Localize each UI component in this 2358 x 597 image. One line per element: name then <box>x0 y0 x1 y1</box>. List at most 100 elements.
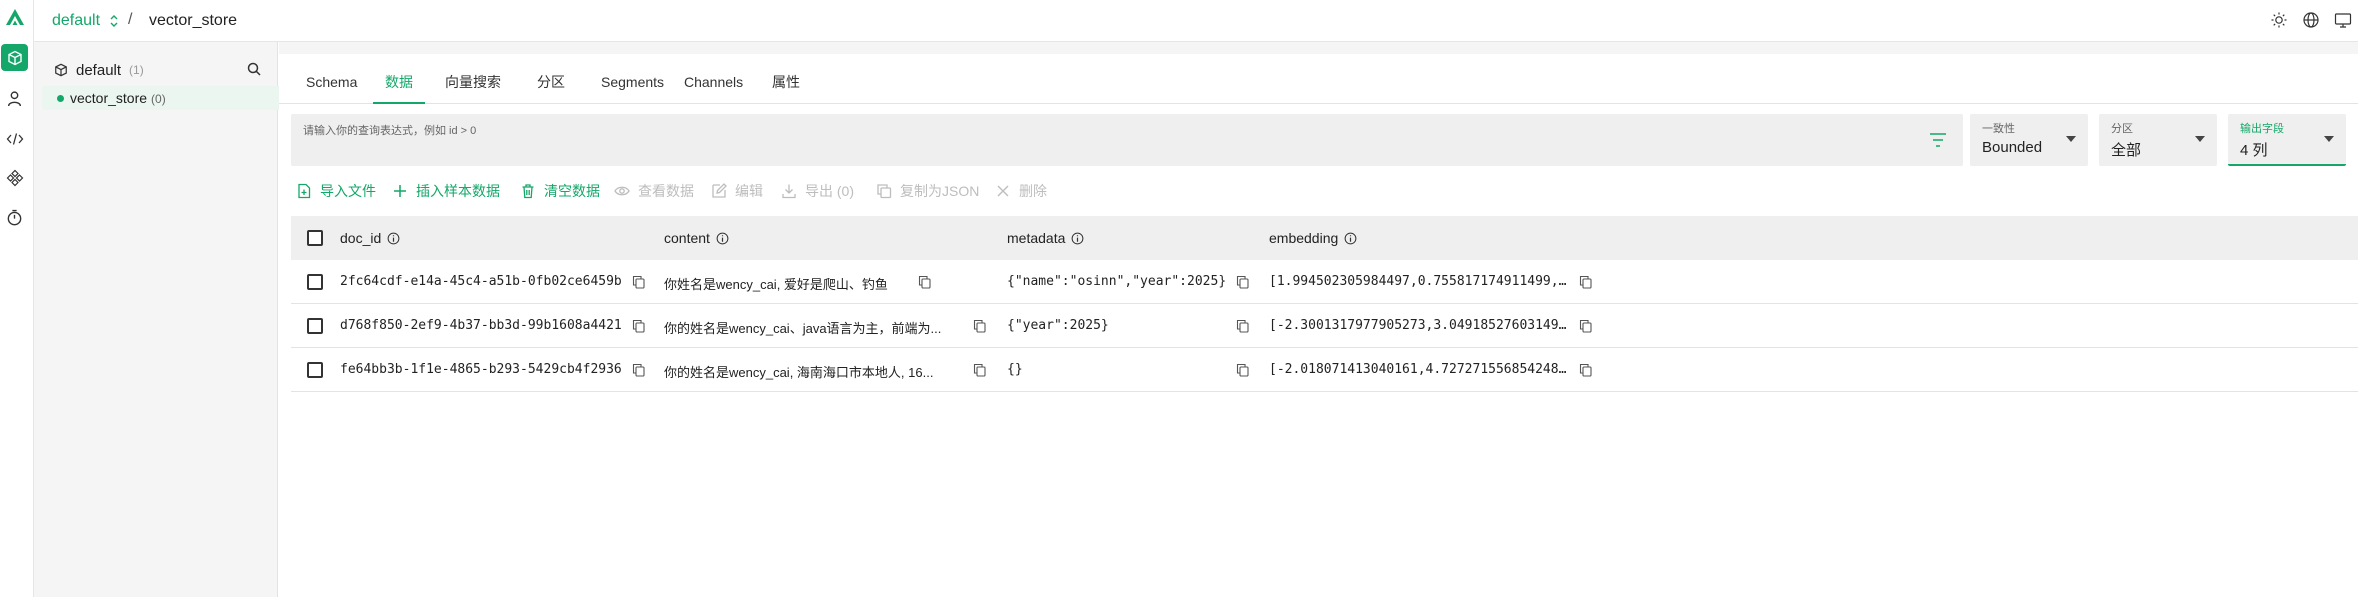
language-globe-icon[interactable] <box>2302 11 2320 29</box>
file-import-icon <box>298 183 311 199</box>
edit-label: 编辑 <box>735 183 763 199</box>
copy-icon[interactable] <box>1236 363 1249 377</box>
copy-icon[interactable] <box>973 363 986 377</box>
copy-icon[interactable] <box>1579 319 1592 333</box>
column-header-metadata[interactable]: metadata <box>1007 230 1084 246</box>
output-fields-select[interactable]: 输出字段 4 列 <box>2228 114 2346 166</box>
column-header-label: embedding <box>1269 230 1339 246</box>
breadcrumb-collection: vector_store <box>149 12 238 29</box>
copy-icon[interactable] <box>632 275 645 289</box>
cell-embedding: [-2.3001317977905273,3.04918527603149... <box>1269 318 1571 333</box>
export-label: 导出 (0) <box>805 183 854 199</box>
top-header: default / vector_store <box>34 0 2358 42</box>
download-icon <box>782 184 796 199</box>
breadcrumb-separator: / <box>128 11 133 28</box>
table-header: doc_id content metadata embedding <box>291 216 2358 260</box>
info-icon[interactable] <box>1071 232 1084 245</box>
tab-channels[interactable]: Channels <box>672 54 755 104</box>
copy-icon <box>877 184 892 199</box>
milvus-logo-icon[interactable] <box>3 6 27 30</box>
import-file-button[interactable]: 导入文件 <box>296 178 376 204</box>
tab-segments[interactable]: Segments <box>589 54 676 104</box>
timer-icon <box>7 209 22 226</box>
info-icon[interactable] <box>1344 232 1357 245</box>
partition-select[interactable]: 分区 全部 <box>2099 114 2217 166</box>
column-header-embedding[interactable]: embedding <box>1269 230 1357 246</box>
plus-icon <box>394 185 406 197</box>
delete-button[interactable]: 删除 <box>995 178 1047 204</box>
insert-sample-button[interactable]: 插入样本数据 <box>392 178 500 204</box>
dropdown-arrow-icon <box>2324 136 2334 142</box>
cell-content: 你的姓名是wency_cai、java语言为主，前端为... <box>664 321 942 336</box>
tab-vector-search[interactable]: 向量搜索 <box>433 54 513 104</box>
table-row[interactable]: 2fc64cdf-e14a-45c4-a51b-0fb02ce6459b 你姓名… <box>291 260 2358 304</box>
monitor-icon[interactable] <box>2334 11 2352 29</box>
dropdown-arrow-icon <box>2066 136 2076 142</box>
database-cube-icon <box>55 63 67 77</box>
view-data-label: 查看数据 <box>638 183 694 199</box>
row-checkbox[interactable] <box>307 362 323 378</box>
query-expression-input[interactable]: 请输入你的查询表达式，例如 id > 0 <box>291 114 1963 166</box>
select-all-checkbox[interactable] <box>307 230 323 246</box>
copy-icon[interactable] <box>632 319 645 333</box>
copy-icon[interactable] <box>918 275 931 289</box>
nav-database-button[interactable] <box>1 44 28 71</box>
search-icon[interactable] <box>246 61 262 77</box>
consistency-label: 一致性 <box>1982 123 2015 135</box>
edit-button[interactable]: 编辑 <box>711 178 763 204</box>
partition-label: 分区 <box>2111 123 2133 135</box>
breadcrumb-database[interactable]: default <box>52 12 100 30</box>
copy-icon[interactable] <box>632 363 645 377</box>
nav-timer-button[interactable] <box>1 204 28 231</box>
tab-partitions[interactable]: 分区 <box>525 54 577 104</box>
copy-icon[interactable] <box>1579 363 1592 377</box>
output-fields-value: 4 列 <box>2240 142 2268 159</box>
close-icon <box>997 185 1009 197</box>
trash-icon <box>522 184 534 199</box>
copy-icon[interactable] <box>1236 275 1249 289</box>
tab-schema[interactable]: Schema <box>294 54 369 104</box>
table-row[interactable]: d768f850-2ef9-4b37-bb3d-99b1608a4421 你的姓… <box>291 304 2358 348</box>
cell-doc-id: 2fc64cdf-e14a-45c4-a51b-0fb02ce6459b <box>340 274 622 289</box>
table-row[interactable]: fe64bb3b-1f1e-4865-b293-5429cb4f2936 你的姓… <box>291 348 2358 392</box>
tab-properties[interactable]: 属性 <box>760 54 812 104</box>
view-data-button[interactable]: 查看数据 <box>614 178 694 204</box>
tree-root-count: (1) <box>129 63 144 77</box>
nav-code-button[interactable] <box>1 125 28 152</box>
code-icon <box>6 132 23 145</box>
nav-cluster-button[interactable] <box>1 164 28 191</box>
column-header-content[interactable]: content <box>664 230 729 246</box>
row-checkbox[interactable] <box>307 274 323 290</box>
copy-json-button[interactable]: 复制为JSON <box>876 178 979 204</box>
tab-data[interactable]: 数据 <box>373 54 425 104</box>
user-icon <box>7 91 22 107</box>
tree-item-vector-store[interactable]: vector_store (0) <box>42 86 304 110</box>
copy-icon[interactable] <box>1236 319 1249 333</box>
copy-icon[interactable] <box>1579 275 1592 289</box>
filter-icon[interactable] <box>1929 132 1947 148</box>
copy-icon[interactable] <box>973 319 986 333</box>
column-header-doc-id[interactable]: doc_id <box>340 230 400 246</box>
row-checkbox[interactable] <box>307 318 323 334</box>
tree-root-label: default <box>76 61 122 79</box>
tree-root-database[interactable]: default (1) <box>54 60 144 80</box>
tab-bar: Schema 数据 向量搜索 分区 Segments Channels 属性 <box>279 54 2358 104</box>
cell-doc-id: d768f850-2ef9-4b37-bb3d-99b1608a4421 <box>340 318 622 333</box>
cell-content: 你的姓名是wency_cai, 海南海口市本地人, 16... <box>664 365 934 380</box>
clear-data-button[interactable]: 清空数据 <box>520 178 600 204</box>
consistency-select[interactable]: 一致性 Bounded <box>1970 114 2088 166</box>
cell-metadata: {"name":"osinn","year":2025} <box>1007 274 1227 289</box>
database-cube-icon <box>7 50 22 65</box>
cell-metadata: {} <box>1007 362 1023 377</box>
column-header-label: metadata <box>1007 230 1066 246</box>
loaded-status-dot <box>57 95 64 102</box>
export-button[interactable]: 导出 (0) <box>781 178 854 204</box>
nav-users-button[interactable] <box>1 85 28 112</box>
theme-sun-icon[interactable] <box>2270 11 2288 29</box>
cell-metadata: {"year":2025} <box>1007 318 1109 333</box>
info-icon[interactable] <box>716 232 729 245</box>
partition-value: 全部 <box>2111 142 2142 159</box>
chevron-updown-icon[interactable] <box>107 12 121 30</box>
info-icon[interactable] <box>387 232 400 245</box>
app-window: default / vector_store default (1) vecto… <box>0 0 2358 597</box>
